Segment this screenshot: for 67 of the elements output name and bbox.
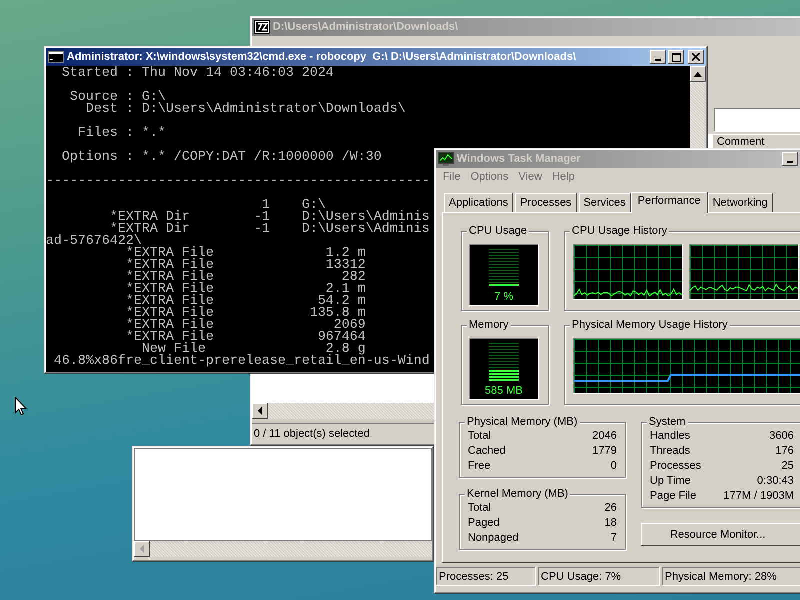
stat-value: 0:30:43: [757, 474, 794, 489]
close-icon: [692, 53, 700, 61]
vertical-scrollbar[interactable]: [690, 66, 706, 146]
stat-label: Total: [468, 429, 492, 444]
group-title: CPU Usage: [467, 224, 530, 238]
status-pane: Physical Memory: 28%: [662, 567, 800, 586]
group-title: CPU Usage History: [570, 224, 670, 238]
stat-value: 26: [604, 501, 618, 516]
app-logo-icon: [254, 20, 270, 34]
group-title: Physical Memory (MB): [465, 415, 580, 429]
tab[interactable]: Performance: [630, 192, 708, 213]
stat-value: 2046: [592, 429, 618, 444]
left-arrow-icon: [139, 545, 145, 553]
up-arrow-icon: [694, 72, 702, 76]
stat-value: 1779: [592, 444, 618, 459]
stat-label: Threads: [650, 444, 690, 459]
mouse-pointer-icon: [15, 397, 27, 416]
stat-value: 3606: [770, 429, 794, 444]
tab[interactable]: Networking: [708, 193, 773, 212]
window-title: Windows Task Manager: [457, 153, 582, 165]
group-title: Physical Memory Usage History: [570, 318, 730, 332]
console-line: Files : *.*: [76, 128, 166, 140]
maximize-button[interactable]: [668, 50, 684, 64]
stat-label: Page File: [650, 489, 696, 504]
scroll-left-button[interactable]: [134, 541, 150, 557]
window-title: D:\Users\Administrator\Downloads\: [273, 21, 460, 33]
selection-status: 0 / 11 object(s) selected: [253, 428, 370, 440]
stat-label: Nonpaged: [468, 531, 519, 546]
console-icon: [48, 51, 64, 63]
status-pane: CPU Usage: 7%: [538, 567, 660, 586]
stat-label: Paged: [468, 516, 500, 531]
console-line: Options : *.* /COPY:DAT /R:1000000 /W:30: [60, 152, 382, 164]
stat-label: Handles: [650, 429, 690, 444]
stat-value: 177M / 1903M: [724, 489, 794, 504]
scroll-left-button[interactable]: [252, 403, 268, 419]
console-line: Started : Thu Nov 14 03:46:03 2024: [60, 68, 334, 80]
scroll-up-button[interactable]: [690, 66, 706, 82]
close-button[interactable]: [688, 50, 704, 64]
meter-reading: 7 %: [494, 291, 514, 303]
window-title: Administrator: X:\windows\system32\cmd.exe - robocopy G:\ D:\Users\Administrator\Downloads\: [67, 51, 578, 63]
stat-label: Free: [468, 459, 491, 474]
resource-monitor-button[interactable]: Resource Monitor...: [641, 523, 800, 546]
stat-label: Cached: [468, 444, 506, 459]
console-line: Dest : D:\Users\Administrator\Downloads\: [84, 104, 406, 116]
console-line: 46.8%x86fre_client-prerelease_retail_en-us-Wind: [52, 356, 430, 368]
left-arrow-icon: [257, 407, 263, 415]
console-line: ------------------------------------------------: [46, 176, 430, 188]
stat-value: 25: [782, 459, 794, 474]
stat-label: Processes: [650, 459, 702, 474]
status-pane: Processes: 25: [436, 567, 536, 586]
group-title: Memory: [467, 318, 511, 332]
tab[interactable]: Processes: [515, 193, 577, 212]
group-title: Kernel Memory (MB): [465, 487, 570, 501]
group-title: System: [647, 415, 688, 429]
stat-label: Total: [468, 501, 492, 516]
address-field[interactable]: [714, 108, 800, 132]
maximize-icon: [672, 52, 680, 62]
stat-value: 18: [604, 516, 618, 531]
stat-value: 176: [776, 444, 794, 459]
stat-value: 0: [610, 459, 618, 474]
stat-value: 7: [610, 531, 618, 546]
horizontal-scrollbar[interactable]: [134, 541, 432, 557]
monitor-icon: [438, 152, 454, 166]
tab[interactable]: Applications: [444, 193, 514, 212]
minimize-button[interactable]: [650, 50, 666, 64]
meter-reading: 585 MB: [485, 385, 523, 397]
stat-label: Up Time: [650, 474, 691, 489]
